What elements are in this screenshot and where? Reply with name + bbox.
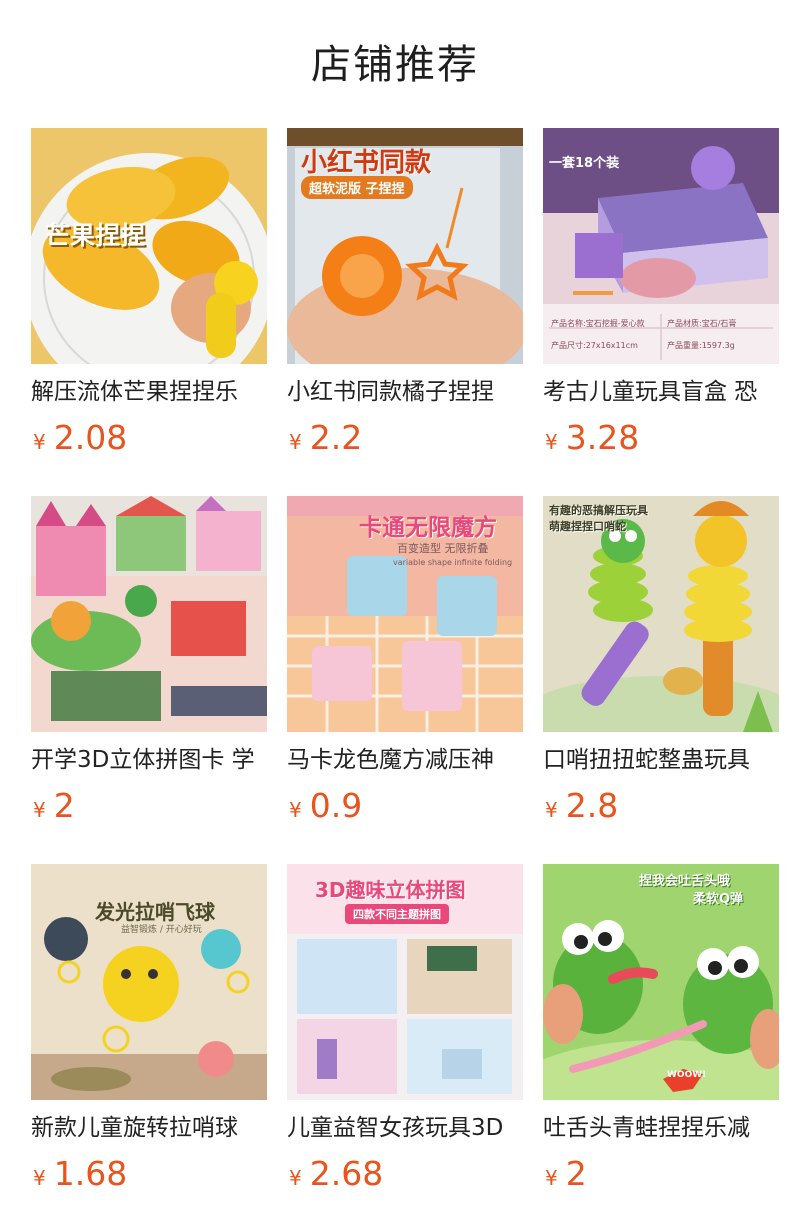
price-row: ¥ 0.9 bbox=[289, 784, 362, 828]
product-image[interactable]: 3D趣味立体拼图 四款不同主题拼图 bbox=[287, 864, 523, 1100]
price-row: ¥ 2.2 bbox=[289, 416, 362, 460]
image-caption-weight: 产品重量:1597.3g bbox=[667, 341, 735, 350]
image-caption: 捏我会吐舌头哦 bbox=[639, 874, 731, 889]
image-caption: 有趣的恶搞解压玩具 bbox=[549, 504, 648, 517]
image-caption-size: 产品尺寸:27x16x11cm bbox=[551, 341, 638, 350]
product-price: 1.68 bbox=[53, 1154, 128, 1193]
product-title[interactable]: 口哨扭扭蛇整蛊玩具 bbox=[543, 743, 779, 777]
product-price: 0.9 bbox=[309, 786, 363, 825]
frog-tongue-icon bbox=[543, 864, 779, 1100]
product-card[interactable]: 开学3D立体拼图卡 学 ¥ 2 bbox=[31, 496, 267, 864]
product-price: 2.8 bbox=[565, 786, 619, 825]
product-card[interactable]: 发光拉哨飞球 益智锻炼 / 开心好玩 新款儿童旋转拉哨球 ¥ 1.68 bbox=[31, 864, 267, 1232]
product-title[interactable]: 小红书同款橘子捏捏 bbox=[287, 375, 523, 409]
image-caption: 一套18个装 bbox=[549, 156, 620, 171]
product-price: 2 bbox=[565, 1154, 587, 1193]
product-title[interactable]: 新款儿童旋转拉哨球 bbox=[31, 1111, 267, 1145]
3d-puzzle-castle-icon bbox=[31, 496, 267, 732]
product-card[interactable]: 3D趣味立体拼图 四款不同主题拼图 儿童益智女孩玩具3D ¥ 2.68 bbox=[287, 864, 523, 1232]
product-image[interactable]: 有趣的恶搞解压玩具 萌趣捏捏口哨蛇 bbox=[543, 496, 779, 732]
product-price: 3.28 bbox=[565, 418, 640, 457]
currency-symbol: ¥ bbox=[545, 430, 558, 454]
product-card[interactable]: 芒果捏捏 解压流体芒果捏捏乐 ¥ 2.08 bbox=[31, 128, 267, 496]
image-caption-secondary: 萌趣捏捏口哨蛇 bbox=[549, 520, 626, 533]
image-caption-secondary: 超软泥版 子捏捏 bbox=[301, 176, 413, 199]
product-card[interactable]: 小红书同款 超软泥版 子捏捏 小红书同款橘子捏捏 ¥ 2.2 bbox=[287, 128, 523, 496]
image-caption-woow: WOOW! bbox=[667, 1070, 707, 1080]
currency-symbol: ¥ bbox=[289, 430, 302, 454]
image-caption-secondary: 百变造型 无限折叠 bbox=[397, 542, 489, 555]
price-row: ¥ 2 bbox=[545, 1152, 587, 1196]
image-caption-secondary: 益智锻炼 / 开心好玩 bbox=[121, 925, 202, 935]
price-row: ¥ 3.28 bbox=[545, 416, 639, 460]
product-card[interactable]: 一套18个装 产品名称:宝石挖掘-爱心款 产品材质:宝石/石膏 产品尺寸:27x… bbox=[543, 128, 779, 496]
product-image[interactable]: 卡通无限魔方 百变造型 无限折叠 variable shape infinite… bbox=[287, 496, 523, 732]
image-caption-secondary: 四款不同主题拼图 bbox=[345, 904, 449, 924]
product-image[interactable]: 发光拉哨飞球 益智锻炼 / 开心好玩 bbox=[31, 864, 267, 1100]
image-caption-name: 产品名称:宝石挖掘-爱心款 bbox=[551, 319, 645, 328]
product-card[interactable]: 有趣的恶搞解压玩具 萌趣捏捏口哨蛇 口哨扭扭蛇整蛊玩具 ¥ 2.8 bbox=[543, 496, 779, 864]
currency-symbol: ¥ bbox=[33, 1166, 46, 1190]
image-caption: 卡通无限魔方 bbox=[359, 515, 497, 541]
image-caption-secondary: 柔软Q弹 bbox=[693, 892, 744, 907]
currency-symbol: ¥ bbox=[33, 798, 46, 822]
product-title[interactable]: 吐舌头青蛙捏捏乐减 bbox=[543, 1111, 779, 1145]
currency-symbol: ¥ bbox=[289, 1166, 302, 1190]
recommendation-page: 店铺推荐 芒果捏捏 解压流体芒果捏捏乐 ¥ 2.08 小红书同款 超软泥版 子捏… bbox=[0, 0, 790, 1232]
currency-symbol: ¥ bbox=[33, 430, 46, 454]
product-price: 2.2 bbox=[309, 418, 363, 457]
price-row: ¥ 2 bbox=[33, 784, 75, 828]
image-caption-material: 产品材质:宝石/石膏 bbox=[667, 319, 737, 328]
product-image[interactable]: 芒果捏捏 bbox=[31, 128, 267, 364]
product-price: 2 bbox=[53, 786, 75, 825]
currency-symbol: ¥ bbox=[545, 1166, 558, 1190]
price-row: ¥ 2.8 bbox=[545, 784, 618, 828]
currency-symbol: ¥ bbox=[545, 798, 558, 822]
product-image[interactable]: 捏我会吐舌头哦 柔软Q弹 WOOW! bbox=[543, 864, 779, 1100]
product-image[interactable] bbox=[31, 496, 267, 732]
image-caption: 小红书同款 bbox=[301, 148, 432, 178]
image-caption: 芒果捏捏 bbox=[45, 221, 146, 250]
product-price: 2.68 bbox=[309, 1154, 384, 1193]
product-title[interactable]: 儿童益智女孩玩具3D bbox=[287, 1111, 523, 1145]
image-caption: 发光拉哨飞球 bbox=[95, 900, 215, 924]
price-row: ¥ 2.08 bbox=[33, 416, 127, 460]
price-row: ¥ 2.68 bbox=[289, 1152, 383, 1196]
product-card[interactable]: 卡通无限魔方 百变造型 无限折叠 variable shape infinite… bbox=[287, 496, 523, 864]
product-image[interactable]: 小红书同款 超软泥版 子捏捏 bbox=[287, 128, 523, 364]
product-image[interactable]: 一套18个装 产品名称:宝石挖掘-爱心款 产品材质:宝石/石膏 产品尺寸:27x… bbox=[543, 128, 779, 364]
currency-symbol: ¥ bbox=[289, 798, 302, 822]
product-price: 2.08 bbox=[53, 418, 128, 457]
product-title[interactable]: 开学3D立体拼图卡 学 bbox=[31, 743, 267, 777]
section-title: 店铺推荐 bbox=[311, 42, 479, 88]
product-title[interactable]: 考古儿童玩具盲盒 恐 bbox=[543, 375, 779, 409]
product-title[interactable]: 马卡龙色魔方减压神 bbox=[287, 743, 523, 777]
product-card[interactable]: 捏我会吐舌头哦 柔软Q弹 WOOW! 吐舌头青蛙捏捏乐减 ¥ 2 bbox=[543, 864, 779, 1232]
price-row: ¥ 1.68 bbox=[33, 1152, 127, 1196]
product-grid: 芒果捏捏 解压流体芒果捏捏乐 ¥ 2.08 小红书同款 超软泥版 子捏捏 小红书… bbox=[31, 128, 779, 1232]
image-caption: 3D趣味立体拼图 bbox=[315, 878, 466, 902]
image-caption-english: variable shape infinite folding bbox=[393, 558, 513, 567]
product-title[interactable]: 解压流体芒果捏捏乐 bbox=[31, 375, 267, 409]
